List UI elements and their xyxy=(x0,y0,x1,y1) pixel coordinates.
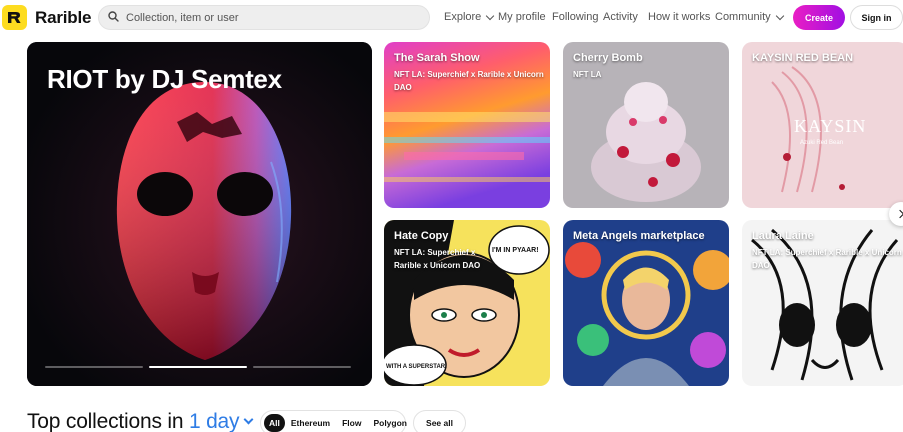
card-subtitle: NFT LA: Superchief x Rarible x Unicorn D… xyxy=(394,248,481,270)
card-title: KAYSIN RED BEAN xyxy=(752,52,854,64)
card-artwork: I'M IN PYAAR! WITH A SUPERSTAR! xyxy=(384,220,550,386)
collection-card-sarah-show[interactable]: The Sarah Show NFT LA: Superchief x Rari… xyxy=(384,42,550,208)
card-subtitle: NFT LA: Superchief x Rarible x Unicorn D… xyxy=(752,248,902,270)
nav-my-profile[interactable]: My profile xyxy=(498,11,546,23)
sign-in-button[interactable]: Sign in xyxy=(850,5,903,30)
chain-filter: All Ethereum Flow Polygon xyxy=(260,410,407,432)
chevron-right-icon xyxy=(895,209,903,219)
nav-following[interactable]: Following xyxy=(552,11,598,23)
card-title: Hate Copy xyxy=(394,230,449,242)
collection-card-meta-angels[interactable]: Meta Angels marketplace xyxy=(563,220,729,386)
collection-card-laura-laine[interactable]: Laura Laine NFT LA: Superchief x Rarible… xyxy=(742,220,903,386)
nav-following-label: Following xyxy=(552,11,599,23)
chevron-down-icon xyxy=(243,414,254,425)
chevron-down-icon xyxy=(486,11,495,20)
brand-name[interactable]: Rarible xyxy=(35,8,91,28)
card-title: The Sarah Show xyxy=(394,52,480,64)
hero-slide-indicator xyxy=(45,366,351,368)
hate-copy-bubble-text-2: WITH A SUPERSTAR! xyxy=(386,364,447,370)
slide-dot-active[interactable] xyxy=(149,366,247,368)
nav-how-it-works-label: How it works xyxy=(648,11,711,23)
chain-filter-polygon[interactable]: Polygon xyxy=(367,413,413,432)
hero-banner[interactable]: RIOT by DJ Semtex xyxy=(27,42,372,386)
nav-explore[interactable]: Explore xyxy=(444,11,495,23)
create-button[interactable]: Create xyxy=(793,5,845,30)
chevron-down-icon xyxy=(775,11,784,20)
nav-activity-label: Activity xyxy=(603,11,638,23)
slide-dot[interactable] xyxy=(45,366,143,368)
card-subtitle: NFT LA xyxy=(573,70,602,79)
nav-community[interactable]: Community xyxy=(715,11,784,23)
card-title: Meta Angels marketplace xyxy=(573,230,705,242)
period-label: 1 day xyxy=(188,410,240,432)
card-artwork xyxy=(742,220,903,386)
nav-how-it-works[interactable]: How it works xyxy=(648,11,710,23)
rarible-logo-icon[interactable] xyxy=(2,5,27,30)
collection-card-kaysin[interactable]: KAYSIN Azuki Red Bean KAYSIN RED BEAN xyxy=(742,42,903,208)
nav-community-label: Community xyxy=(715,11,771,23)
search-bar[interactable] xyxy=(98,5,430,30)
top-collections-heading: Top collections in 1 day xyxy=(27,410,254,432)
card-artwork xyxy=(384,42,550,208)
chain-filter-flow[interactable]: Flow xyxy=(336,413,367,432)
kaysin-artwork-text: KAYSIN xyxy=(794,116,866,136)
collection-card-cherry-bomb[interactable]: Cherry Bomb NFT LA xyxy=(563,42,729,208)
top-collections-title: Top collections in xyxy=(27,410,184,432)
card-artwork xyxy=(563,42,729,208)
search-input[interactable] xyxy=(126,11,416,24)
search-icon xyxy=(108,9,119,27)
card-artwork xyxy=(563,220,729,386)
chain-filter-all[interactable]: All xyxy=(264,414,285,432)
nav-my-profile-label: My profile xyxy=(498,11,546,23)
card-subtitle: NFT LA: Superchief x Rarible x Unicorn D… xyxy=(394,70,544,92)
hero-title: RIOT by DJ Semtex xyxy=(47,64,282,94)
card-title: Cherry Bomb xyxy=(573,52,643,64)
chain-filter-ethereum[interactable]: Ethereum xyxy=(285,413,336,432)
nav-explore-label: Explore xyxy=(444,11,482,23)
nav-activity[interactable]: Activity xyxy=(603,11,638,23)
card-title: Laura Laine xyxy=(752,230,814,242)
top-header: Rarible Explore My profile Following Act… xyxy=(0,0,903,36)
card-artwork: KAYSIN Azuki Red Bean xyxy=(742,42,903,208)
collection-card-hate-copy[interactable]: I'M IN PYAAR! WITH A SUPERSTAR! Hate Cop… xyxy=(384,220,550,386)
period-selector[interactable]: 1 day xyxy=(188,410,254,432)
kaysin-artwork-small-text: Azuki Red Bean xyxy=(800,140,843,146)
slide-dot[interactable] xyxy=(253,366,351,368)
see-all-button[interactable]: See all xyxy=(413,410,466,432)
